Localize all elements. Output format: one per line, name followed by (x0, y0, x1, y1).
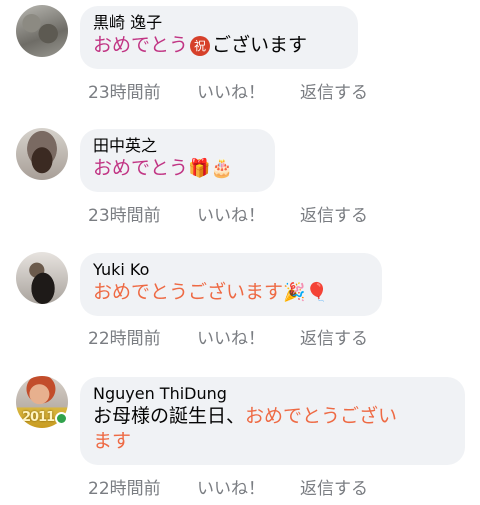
timestamp[interactable]: 23時間前 (88, 78, 197, 103)
comment-text: おめでとうございます🎉🎈 (93, 280, 368, 305)
commenter-name[interactable]: Nguyen ThiDung (93, 383, 451, 404)
reply-button[interactable]: 返信する (300, 474, 368, 499)
comment-text: おめでとう祝ございます (93, 33, 344, 58)
like-button[interactable]: いいね！ (197, 201, 300, 226)
comment-text-plain: お母様の誕生日、 (93, 405, 246, 427)
comment-bubble: Nguyen ThiDung お母様の誕生日、おめでとうござい ます (80, 377, 465, 465)
avatar[interactable] (16, 128, 68, 180)
reply-button[interactable]: 返信する (300, 201, 368, 226)
highlight-text: おめでとう (93, 34, 189, 56)
cake-icon: 🎂 (210, 158, 233, 179)
like-button[interactable]: いいね！ (197, 78, 300, 103)
avatar[interactable] (16, 5, 68, 57)
comment-bubble: Yuki Ko おめでとうございます🎉🎈 (80, 253, 382, 316)
highlight-text-continued: ます (93, 430, 132, 452)
highlight-text: おめでとうござい (245, 405, 398, 427)
comment-meta: 23時間前 いいね！ 返信する (88, 78, 368, 103)
comment-meta: 23時間前 いいね！ 返信する (88, 201, 368, 226)
commenter-name[interactable]: Yuki Ko (93, 259, 368, 280)
gift-icon: 🎁 (188, 158, 211, 179)
party-popper-icon: 🎉 (283, 282, 306, 303)
comment-text-rest: ございます (212, 34, 308, 56)
comment-meta: 22時間前 いいね！ 返信する (88, 324, 368, 349)
comment-bubble: 田中英之 おめでとう🎁🎂 (80, 129, 275, 192)
comment-text: お母様の誕生日、おめでとうござい (93, 404, 451, 429)
online-status-icon (55, 412, 68, 425)
commenter-name[interactable]: 田中英之 (93, 135, 261, 156)
timestamp[interactable]: 22時間前 (88, 324, 197, 349)
commenter-name[interactable]: 黒崎 逸子 (93, 12, 344, 33)
balloon-icon: 🎈 (305, 282, 328, 303)
celebration-badge-icon: 祝 (190, 36, 211, 56)
highlight-text: おめでとうございます (93, 281, 284, 303)
comment-bubble: 黒崎 逸子 おめでとう祝ございます (80, 6, 358, 69)
reply-button[interactable]: 返信する (300, 324, 368, 349)
reply-button[interactable]: 返信する (300, 78, 368, 103)
timestamp[interactable]: 22時間前 (88, 474, 197, 499)
timestamp[interactable]: 23時間前 (88, 201, 197, 226)
comment-meta: 22時間前 いいね！ 返信する (88, 474, 368, 499)
comment-text: おめでとう🎁🎂 (93, 156, 261, 181)
highlight-text: おめでとう (93, 157, 189, 179)
avatar-caption: 2011 (22, 410, 55, 425)
like-button[interactable]: いいね！ (197, 474, 300, 499)
avatar[interactable] (16, 252, 68, 304)
like-button[interactable]: いいね！ (197, 324, 300, 349)
